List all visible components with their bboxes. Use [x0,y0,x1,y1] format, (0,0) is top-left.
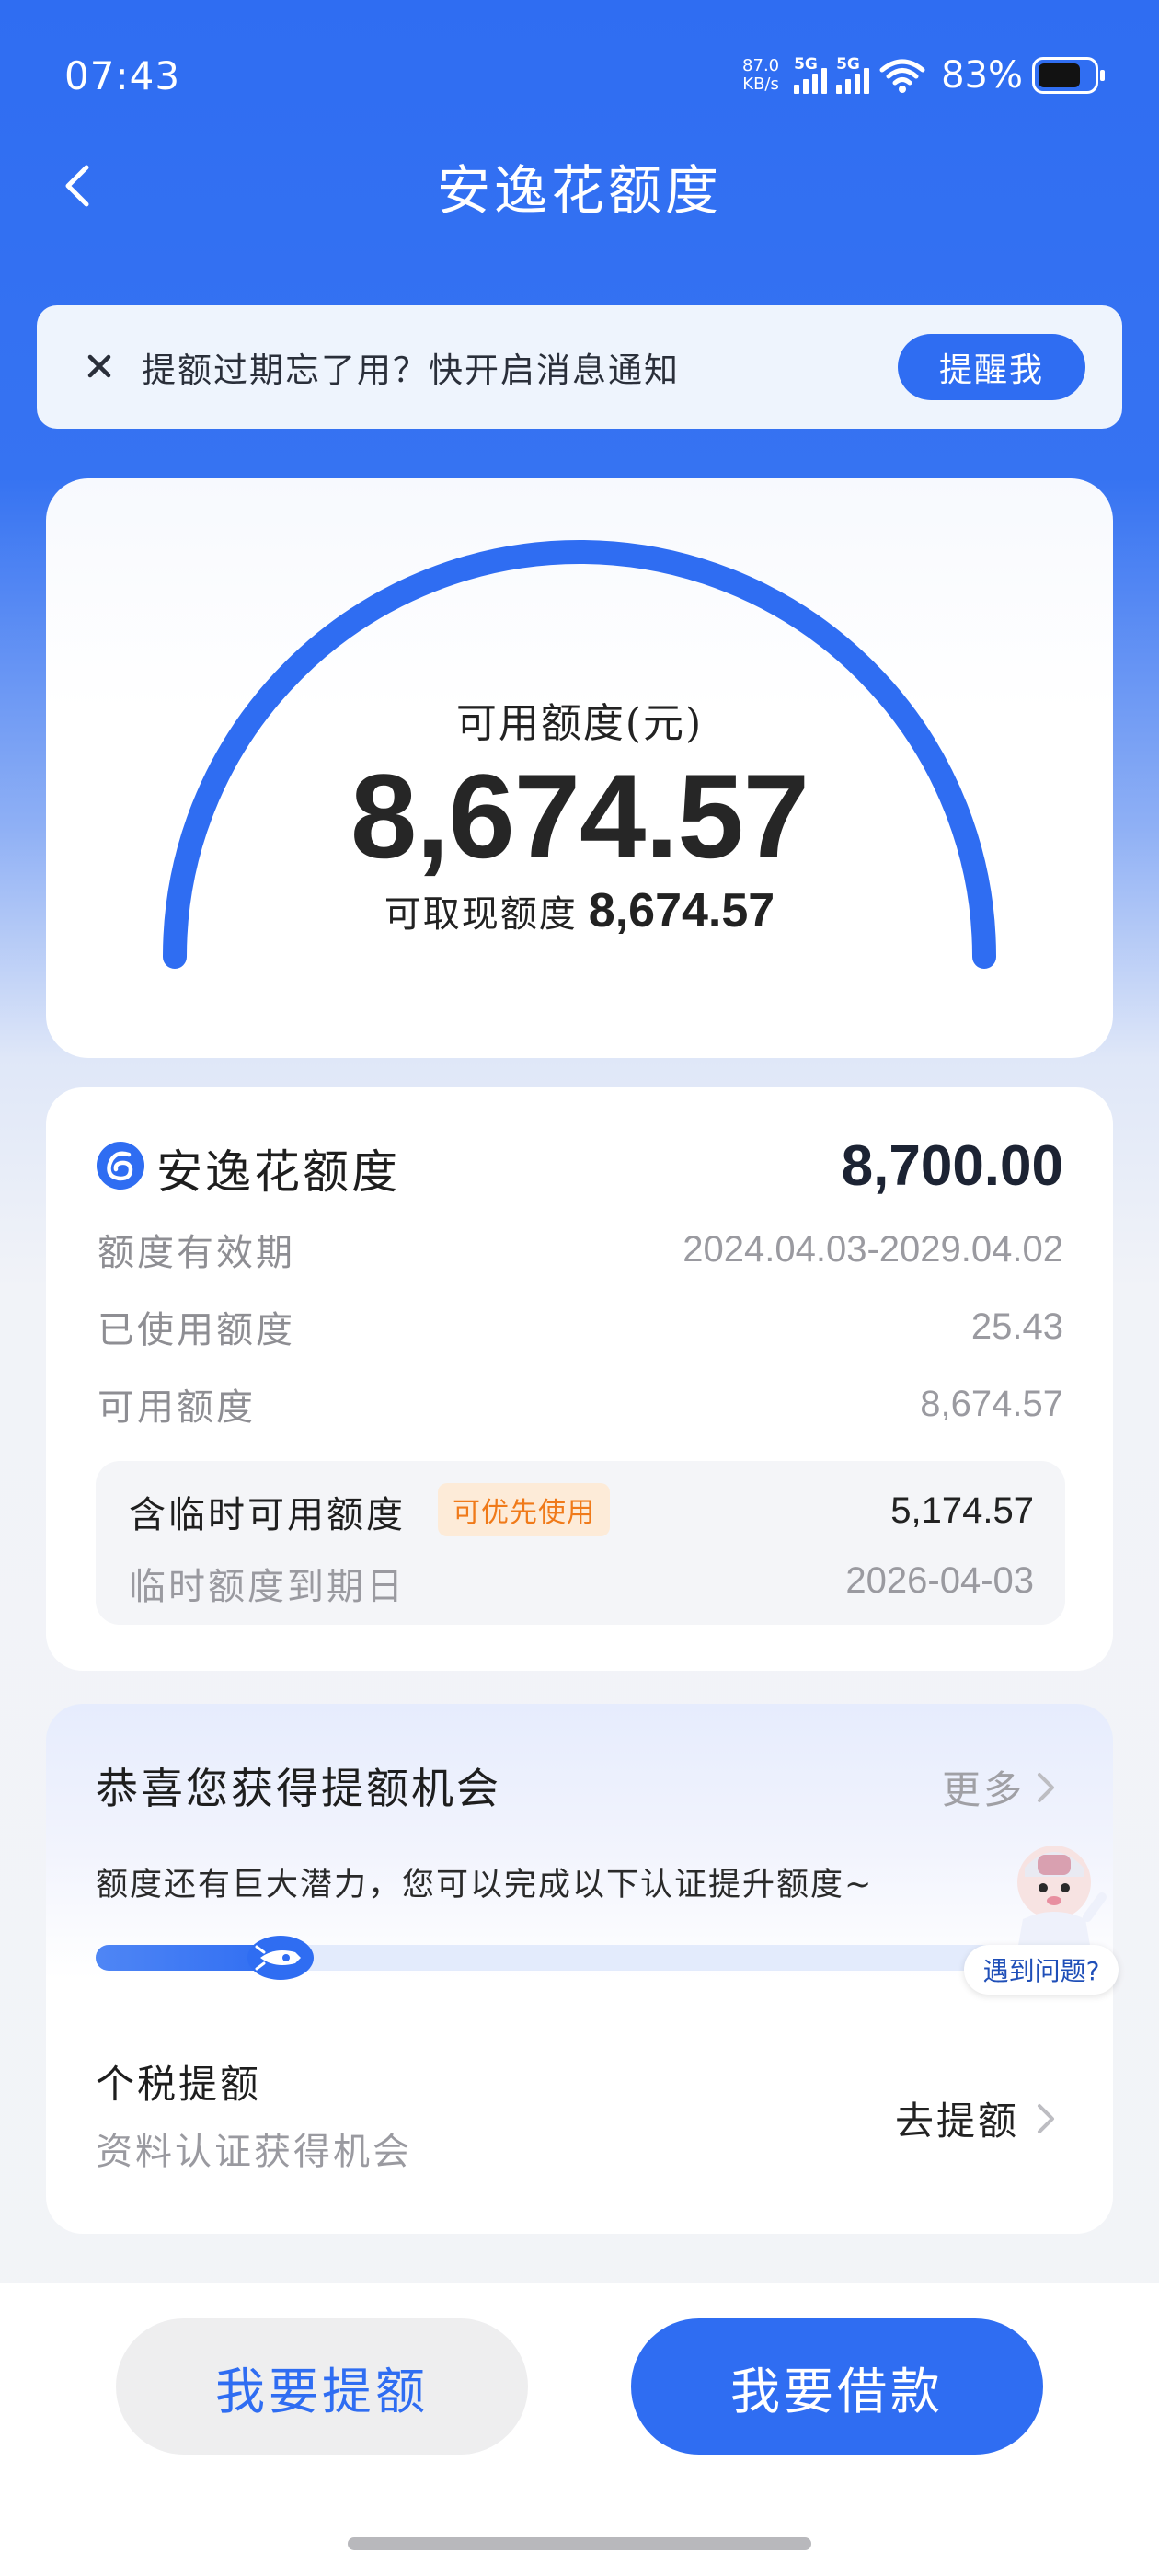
notification-banner: 提额过期忘了用？快开启消息通知 提醒我 [37,305,1122,429]
cash-limit-value: 8,674.57 [588,884,775,937]
row-value: 2024.04.03-2029.04.02 [683,1228,1063,1270]
row-value: 8,674.57 [920,1383,1063,1424]
available-limit-gauge-card: 可用额度(元) 8,674.57 可取现额度 8,674.57 [46,478,1113,1058]
signal-type-label: 5G [794,55,818,74]
raise-limit-button[interactable]: 我要提额 [116,2318,528,2455]
status-time: 07:43 [64,53,181,98]
row-label: 已使用额度 [98,1309,295,1351]
help-mascot-icon[interactable] [999,1836,1109,1956]
row-label: 额度有效期 [98,1232,295,1274]
used-limit-row: 已使用额度 25.43 [98,1299,1063,1354]
limit-increase-card: 恭喜您获得提额机会 更多 额度还有巨大潜力，您可以完成以下认证提升额度~ 个税提… [46,1704,1113,2234]
more-link[interactable]: 更多 [942,1759,1058,1815]
temp-limit-label: 含临时可用额度 [129,1494,406,1536]
chevron-right-icon [1038,2103,1054,2133]
cash-limit: 可取现额度 8,674.57 [46,883,1113,938]
network-speed: 87.0 KB/s [737,57,785,94]
row-label: 可用额度 [98,1386,256,1429]
cash-limit-label: 可取现额度 [384,893,578,936]
network-speed-value: 87.0 [742,56,780,75]
task-title: 个税提额 [96,2062,262,2107]
status-icons: 87.0 KB/s 5G 5G 83% [737,50,1105,101]
limit-card-title: 安逸花额度 [156,1145,400,1199]
remind-me-button[interactable]: 提醒我 [898,334,1085,400]
help-button[interactable]: 遇到问题? [964,1945,1119,1995]
opportunity-title: 恭喜您获得提额机会 [96,1764,501,1813]
battery-icon [1032,57,1105,94]
home-indicator[interactable] [348,2537,811,2550]
rocket-icon [247,1936,314,1980]
borrow-button[interactable]: 我要借款 [631,2318,1043,2455]
progress-bar [96,1936,1071,1980]
temporary-limit-box: 含临时可用额度 可优先使用 5,174.57 临时额度到期日 2026-04-0… [96,1461,1065,1625]
go-raise-label: 去提额 [894,2099,1019,2144]
row-value: 25.43 [970,1305,1063,1347]
network-speed-unit: KB/s [742,75,779,94]
temp-limit-value: 5,174.57 [890,1490,1034,1531]
temp-expiry-value: 2026-04-03 [845,1560,1034,1601]
available-limit-value: 8,674.57 [350,749,809,883]
limit-details-card: 安逸花额度 8,700.00 额度有效期 2024.04.03-2029.04.… [46,1087,1113,1671]
signal-type-label: 5G [836,55,860,74]
validity-row: 额度有效期 2024.04.03-2029.04.02 [98,1222,1063,1277]
signal-icon: 5G [836,55,870,94]
temp-expiry-label: 临时额度到期日 [129,1566,406,1608]
more-label: 更多 [941,1767,1025,1812]
close-icon[interactable] [81,348,118,385]
page-title: 安逸花额度 [436,159,722,222]
brand-logo-icon [97,1142,144,1190]
available-limit-label: 可用额度(元) [455,700,704,747]
signal-icon: 5G [794,55,828,94]
opportunity-description: 额度还有巨大潜力，您可以完成以下认证提升额度~ [96,1867,874,1903]
wifi-icon [879,59,925,93]
battery-percent: 83% [941,54,1023,97]
available-limit-row: 可用额度 8,674.57 [98,1376,1063,1432]
total-limit-value: 8,700.00 [841,1134,1063,1198]
go-raise-link[interactable]: 去提额 [895,2090,1058,2146]
notification-text: 提额过期忘了用？快开启消息通知 [142,351,680,390]
chevron-right-icon [1038,1772,1054,1802]
priority-badge: 可优先使用 [438,1483,610,1536]
task-subtitle: 资料认证获得机会 [96,2131,412,2173]
